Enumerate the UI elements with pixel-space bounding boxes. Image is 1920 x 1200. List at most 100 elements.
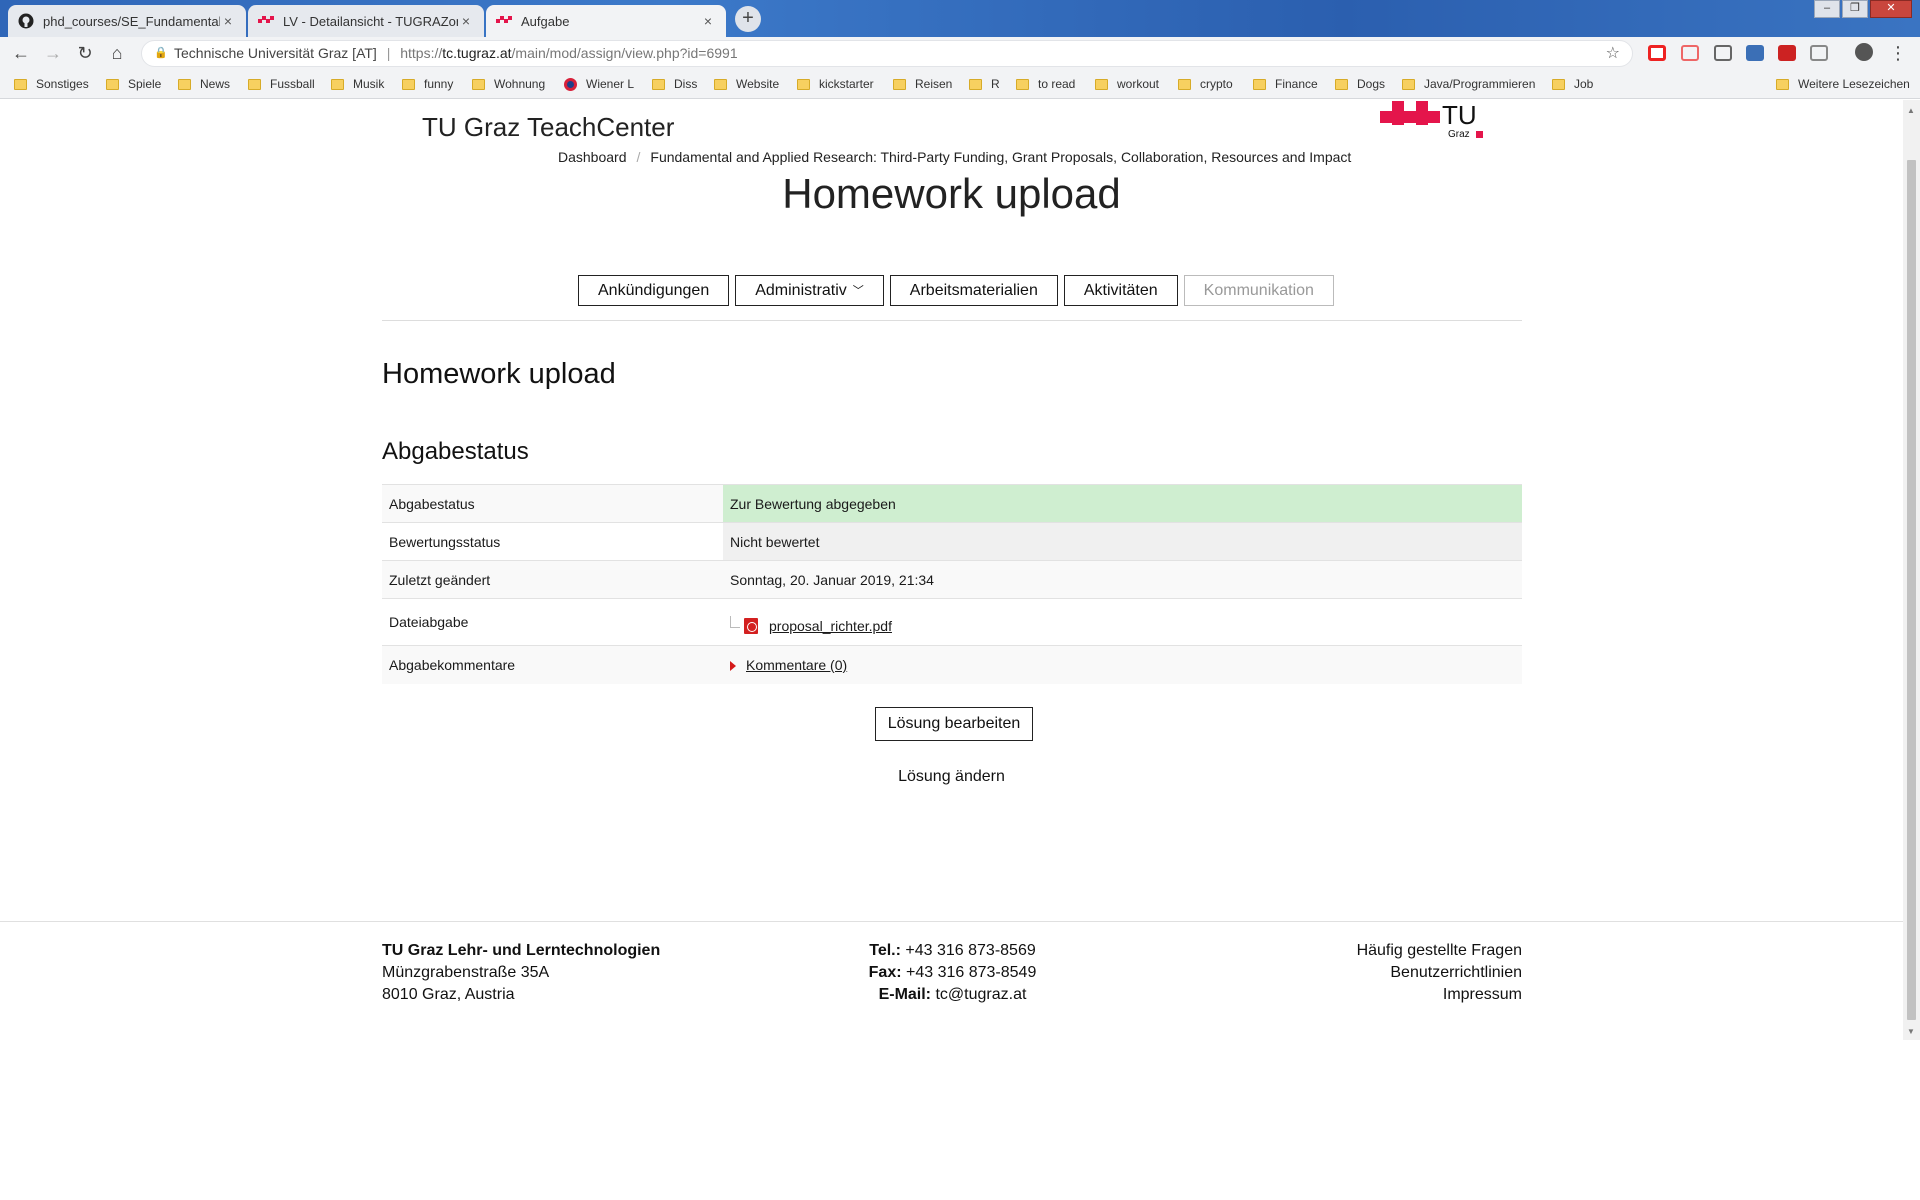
footer-email[interactable]: tc@tugraz.at xyxy=(935,986,1026,1003)
bookmark-label: R xyxy=(991,77,1000,91)
extension-icon[interactable] xyxy=(1681,45,1699,61)
github-icon xyxy=(18,13,34,29)
folder-icon xyxy=(106,78,119,90)
pdf-icon xyxy=(744,618,758,634)
folder-icon xyxy=(472,78,485,90)
imprint-link[interactable]: Impressum xyxy=(1322,984,1522,1006)
tugraz-icon xyxy=(258,13,274,29)
reload-icon[interactable]: ↻ xyxy=(73,41,97,65)
bookmark-folder[interactable]: kickstarter xyxy=(797,76,874,92)
bookmark-folder[interactable]: Spiele xyxy=(106,76,161,92)
fax-label: Fax: xyxy=(868,964,902,981)
comments-cell: Kommentare (0) xyxy=(723,645,1522,684)
breadcrumb-dashboard[interactable]: Dashboard xyxy=(558,149,627,165)
breadcrumb-course[interactable]: Fundamental and Applied Research: Third-… xyxy=(650,149,1351,165)
guidelines-link[interactable]: Benutzerrichtlinien xyxy=(1322,962,1522,984)
bookmark-label: kickstarter xyxy=(819,77,874,91)
new-tab-button[interactable]: + xyxy=(735,6,761,32)
footer-street: Münzgrabenstraße 35A xyxy=(382,964,550,981)
bookmark-label: Job xyxy=(1574,77,1594,91)
folder-icon xyxy=(1335,78,1348,90)
bookmark-folder[interactable]: Java/Programmieren xyxy=(1402,76,1535,92)
scroll-up-icon[interactable]: ▲ xyxy=(1907,106,1915,115)
row-label: Abgabekommentare xyxy=(382,645,723,684)
bookmark-folder[interactable]: News xyxy=(178,76,230,92)
bookmark-star-icon[interactable]: ☆ xyxy=(1606,41,1620,66)
bookmark-folder[interactable]: Musik xyxy=(331,76,384,92)
materials-button[interactable]: Arbeitsmaterialien xyxy=(889,275,1058,306)
tugraz-logo[interactable]: TU Graz xyxy=(1380,100,1486,140)
browser-tab[interactable]: phd_courses/SE_Fundamental_W × xyxy=(8,5,246,37)
folder-icon xyxy=(893,78,906,90)
bookmark-folder[interactable]: R xyxy=(969,76,1000,92)
browser-tab-active[interactable]: Aufgabe × xyxy=(486,5,726,37)
bookmark-folder[interactable]: Job xyxy=(1552,76,1593,92)
opera-icon[interactable] xyxy=(1648,45,1666,61)
extension-icon[interactable] xyxy=(1746,45,1764,61)
back-icon[interactable]: ← xyxy=(9,41,33,65)
menu-icon[interactable]: ⋮ xyxy=(1886,41,1910,65)
folder-icon xyxy=(1095,78,1108,90)
submitted-file-link[interactable]: proposal_richter.pdf xyxy=(769,618,892,634)
bookmark-folder[interactable]: Dogs xyxy=(1335,76,1385,92)
minimize-icon[interactable]: – xyxy=(1814,0,1840,18)
bookmark-folder[interactable]: Wohnung xyxy=(472,76,545,92)
bookmark-link[interactable]: Wiener L xyxy=(564,76,634,92)
logo-text: TU xyxy=(1442,101,1477,130)
footer-links: Häufig gestellte Fragen Benutzerrichtlin… xyxy=(1322,940,1522,1006)
footer-org: TU Graz Lehr- und Lerntechnologien xyxy=(382,942,661,959)
page-scrollbar[interactable]: ▲ ▼ xyxy=(1903,100,1920,1040)
close-icon[interactable]: × xyxy=(220,13,236,29)
browser-toolbar: ← → ↻ ⌂ 🔒 Technische Universität Graz [A… xyxy=(0,37,1920,69)
site-brand[interactable]: TU Graz TeachCenter xyxy=(422,112,674,143)
bookmark-folder[interactable]: Fussball xyxy=(248,76,315,92)
bookmark-label: Fussball xyxy=(270,77,315,91)
caret-right-icon[interactable] xyxy=(730,660,736,671)
scrollbar-thumb[interactable] xyxy=(1907,160,1916,1020)
bookmark-folder[interactable]: Sonstiges xyxy=(14,76,89,92)
bookmark-folder[interactable]: Reisen xyxy=(893,76,952,92)
bookmark-label: Reisen xyxy=(915,77,953,91)
page-title: Homework upload xyxy=(782,170,1121,217)
footer-contact: Tel.: +43 316 873-8569 Fax: +43 316 873-… xyxy=(860,940,1045,1006)
folder-icon xyxy=(402,78,415,90)
bookmark-folder[interactable]: crypto xyxy=(1178,76,1233,92)
extension-icon[interactable] xyxy=(1778,45,1796,61)
avatar[interactable] xyxy=(1855,43,1873,61)
address-bar[interactable]: 🔒 Technische Universität Graz [AT] | htt… xyxy=(141,40,1633,67)
tel-label: Tel.: xyxy=(869,942,901,959)
bookmark-folder[interactable]: Finance xyxy=(1253,76,1318,92)
close-icon[interactable]: × xyxy=(458,13,474,29)
breadcrumb-divider: / xyxy=(636,149,641,165)
close-icon[interactable]: × xyxy=(700,13,716,29)
folder-icon xyxy=(1178,78,1191,90)
footer-fax: +43 316 873-8549 xyxy=(906,964,1037,981)
divider xyxy=(382,320,1522,321)
row-label: Abgabestatus xyxy=(382,484,723,523)
other-bookmarks[interactable]: Weitere Lesezeichen xyxy=(1776,76,1910,92)
bookmark-label: to read xyxy=(1038,77,1076,91)
announcements-button[interactable]: Ankündigungen xyxy=(578,275,730,306)
bookmark-label: Sonstiges xyxy=(36,77,89,91)
bookmark-folder[interactable]: Diss xyxy=(652,76,697,92)
table-row: Dateiabgabe proposal_richter.pdf xyxy=(382,598,1522,646)
bookmark-folder[interactable]: to read xyxy=(1016,76,1075,92)
comments-link[interactable]: Kommentare (0) xyxy=(746,657,847,673)
bookmark-folder[interactable]: workout xyxy=(1095,76,1159,92)
home-icon[interactable]: ⌂ xyxy=(105,41,129,65)
cast-icon[interactable] xyxy=(1714,45,1732,61)
bookmark-folder[interactable]: Website xyxy=(714,76,779,92)
footer-address: TU Graz Lehr- und Lerntechnologien Münzg… xyxy=(382,940,660,1006)
bookmark-folder[interactable]: funny xyxy=(402,76,453,92)
forward-icon[interactable]: → xyxy=(41,41,65,65)
footer-divider xyxy=(0,921,1903,922)
browser-tab[interactable]: LV - Detailansicht - TUGRAZonlin × xyxy=(248,5,484,37)
scroll-down-icon[interactable]: ▼ xyxy=(1907,1027,1915,1036)
faq-link[interactable]: Häufig gestellte Fragen xyxy=(1322,940,1522,962)
admin-dropdown-button[interactable]: Administrativ ﹀ xyxy=(735,275,884,306)
edit-submission-button[interactable]: Lösung bearbeiten xyxy=(875,707,1033,741)
extension-icon[interactable] xyxy=(1810,45,1828,61)
window-close-icon[interactable]: ✕ xyxy=(1870,0,1912,18)
restore-icon[interactable]: ❐ xyxy=(1842,0,1868,18)
activities-button[interactable]: Aktivitäten xyxy=(1063,275,1178,306)
